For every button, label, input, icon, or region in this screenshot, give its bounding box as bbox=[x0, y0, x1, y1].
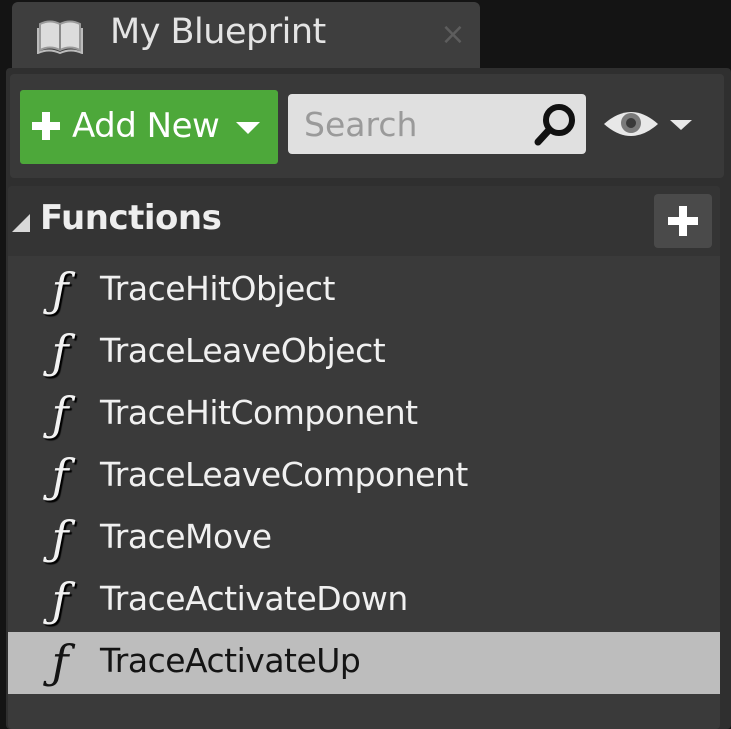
close-icon[interactable]: × bbox=[438, 20, 468, 50]
function-label: TraceHitComponent bbox=[100, 393, 418, 432]
list-item-selected[interactable]: ƒ TraceActivateUp bbox=[8, 632, 720, 694]
function-label: TraceMove bbox=[100, 517, 272, 556]
my-blueprint-window: My Blueprint × Add New Search Functions … bbox=[0, 0, 731, 729]
function-icon: ƒ bbox=[51, 263, 69, 317]
add-function-button[interactable] bbox=[654, 194, 712, 248]
function-label: TraceLeaveComponent bbox=[100, 455, 468, 494]
list-item[interactable]: ƒ TraceHitObject bbox=[8, 260, 720, 322]
list-item[interactable]: ƒ TraceMove bbox=[8, 508, 720, 570]
tab-title: My Blueprint bbox=[110, 12, 326, 52]
function-label: TraceLeaveObject bbox=[100, 331, 386, 370]
function-icon: ƒ bbox=[51, 449, 69, 503]
caret-down-icon bbox=[236, 122, 260, 134]
list-item[interactable]: ƒ TraceActivateDown bbox=[8, 570, 720, 632]
magnifier-icon[interactable] bbox=[534, 102, 578, 146]
list-item[interactable]: ƒ TraceHitComponent bbox=[8, 384, 720, 446]
functions-list: ƒ TraceHitObject ƒ TraceLeaveObject ƒ Tr… bbox=[8, 260, 720, 694]
function-icon: ƒ bbox=[51, 635, 69, 689]
list-item[interactable]: ƒ TraceLeaveComponent bbox=[8, 446, 720, 508]
function-icon: ƒ bbox=[51, 511, 69, 565]
function-label: TraceHitObject bbox=[100, 269, 335, 308]
my-blueprint-panel: Add New Search Functions ƒ TraceHitObjec… bbox=[6, 68, 731, 729]
add-new-label: Add New bbox=[72, 106, 220, 146]
plus-icon bbox=[32, 112, 60, 140]
function-label: TraceActivateUp bbox=[100, 641, 361, 680]
book-icon bbox=[37, 20, 83, 54]
functions-title: Functions bbox=[40, 198, 222, 238]
function-icon: ƒ bbox=[51, 387, 69, 441]
function-label: TraceActivateDown bbox=[100, 579, 408, 618]
view-options-button[interactable] bbox=[602, 104, 702, 144]
functions-header[interactable]: Functions bbox=[8, 186, 720, 256]
triangle-expanded-icon[interactable] bbox=[10, 212, 32, 234]
tab-my-blueprint[interactable]: My Blueprint × bbox=[12, 2, 480, 74]
add-new-button[interactable]: Add New bbox=[20, 90, 278, 164]
toolbar: Add New bbox=[10, 74, 724, 178]
function-icon: ƒ bbox=[51, 573, 69, 627]
plus-icon bbox=[668, 206, 698, 236]
function-icon: ƒ bbox=[51, 325, 69, 379]
eye-icon bbox=[604, 112, 658, 136]
functions-section: Functions ƒ TraceHitObject ƒ TraceLeaveO… bbox=[8, 186, 720, 729]
list-item[interactable]: ƒ TraceLeaveObject bbox=[8, 322, 720, 384]
caret-down-icon bbox=[670, 120, 692, 130]
